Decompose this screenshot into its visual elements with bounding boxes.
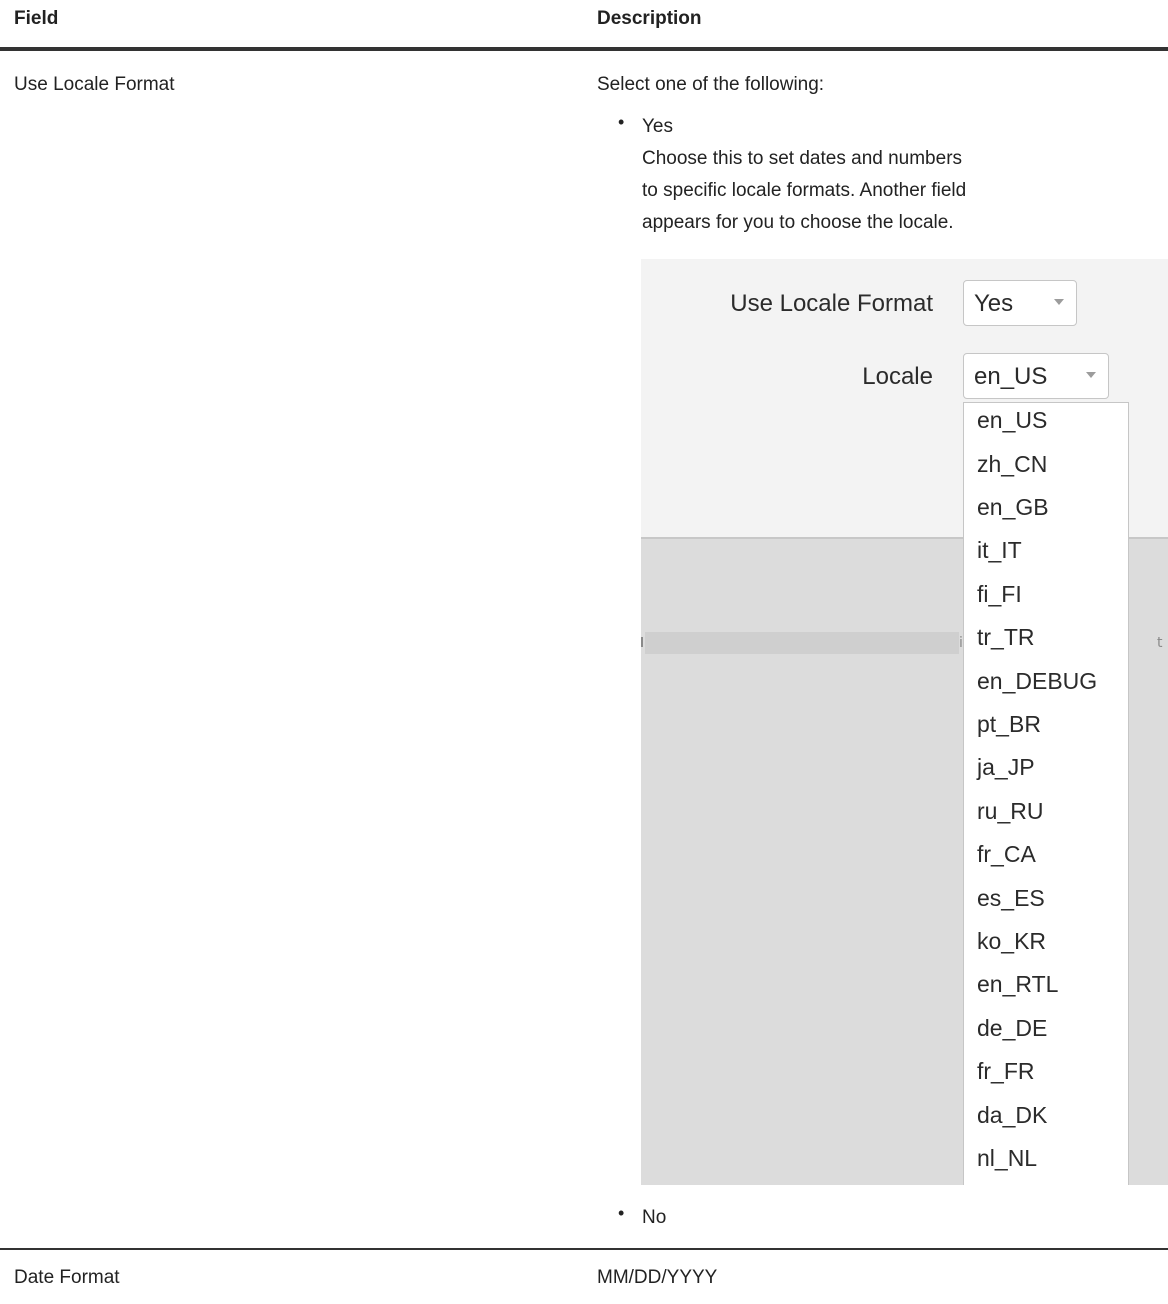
bullet-icon: • (618, 112, 625, 132)
locale-option[interactable]: en_RTL (977, 971, 1058, 998)
locale-value: en_US (974, 363, 1048, 390)
locale-option[interactable]: pt_BR (977, 711, 1041, 738)
option-no-label: No (642, 1207, 667, 1228)
locale-option[interactable]: ru_RU (977, 798, 1043, 825)
locale-settings-screenshot: i t Use Locale Format Yes Locale en_US e… (641, 259, 1168, 1185)
locale-select[interactable]: en_US (963, 353, 1109, 399)
locale-option[interactable]: tr_TR (977, 624, 1035, 651)
locale-option[interactable]: zh_CN (977, 451, 1047, 478)
table-header: Field Description (0, 0, 1168, 48)
locale-option[interactable]: en_US (977, 407, 1047, 434)
use-locale-format-value: Yes (974, 290, 1014, 317)
chevron-down-icon (1086, 372, 1096, 378)
locale-option[interactable]: fi_FI (977, 581, 1022, 608)
locale-option[interactable]: en_GB (977, 494, 1049, 521)
bullet-icon: • (618, 1203, 625, 1223)
locale-label: Locale (862, 363, 933, 390)
field-date-format: Date Format (14, 1267, 120, 1288)
row-intro-text: Select one of the following: (597, 74, 825, 95)
field-use-locale-format: Use Locale Format (14, 74, 175, 95)
overlay-mark (641, 637, 643, 647)
locale-option[interactable]: it_IT (977, 537, 1022, 564)
description-column-header: Description (597, 8, 702, 29)
locale-option[interactable]: ja_JP (977, 754, 1035, 781)
locale-option[interactable]: da_DK (977, 1102, 1047, 1129)
locale-option[interactable]: en_DEBUG (977, 668, 1097, 695)
locale-option[interactable]: fr_CA (977, 841, 1036, 868)
option-yes-desc-line: Choose this to set dates and numbers (642, 148, 963, 169)
chevron-down-icon (1054, 299, 1064, 305)
row-divider (0, 1248, 1168, 1250)
overlay-band (645, 632, 959, 654)
date-format-value: MM/DD/YYYY (597, 1267, 718, 1288)
option-yes-label: Yes (642, 116, 673, 137)
use-locale-format-label: Use Locale Format (730, 290, 933, 317)
locale-option[interactable]: fr_FR (977, 1058, 1035, 1085)
partial-glyph: t (1157, 635, 1163, 651)
locale-option[interactable]: nl_NL (977, 1145, 1037, 1172)
locale-option[interactable]: ko_KR (977, 928, 1046, 955)
header-divider (0, 47, 1168, 51)
field-column-header: Field (14, 8, 59, 29)
locale-dropdown-list[interactable]: en_US zh_CN en_GB it_IT fi_FI tr_TR en_D… (963, 402, 1129, 1185)
locale-option[interactable]: de_DE (977, 1015, 1047, 1042)
option-yes-desc-line: appears for you to choose the locale. (642, 212, 954, 233)
use-locale-format-select[interactable]: Yes (963, 280, 1077, 326)
locale-option[interactable]: es_ES (977, 885, 1045, 912)
option-yes-desc-line: to specific locale formats. Another fiel… (642, 180, 967, 201)
